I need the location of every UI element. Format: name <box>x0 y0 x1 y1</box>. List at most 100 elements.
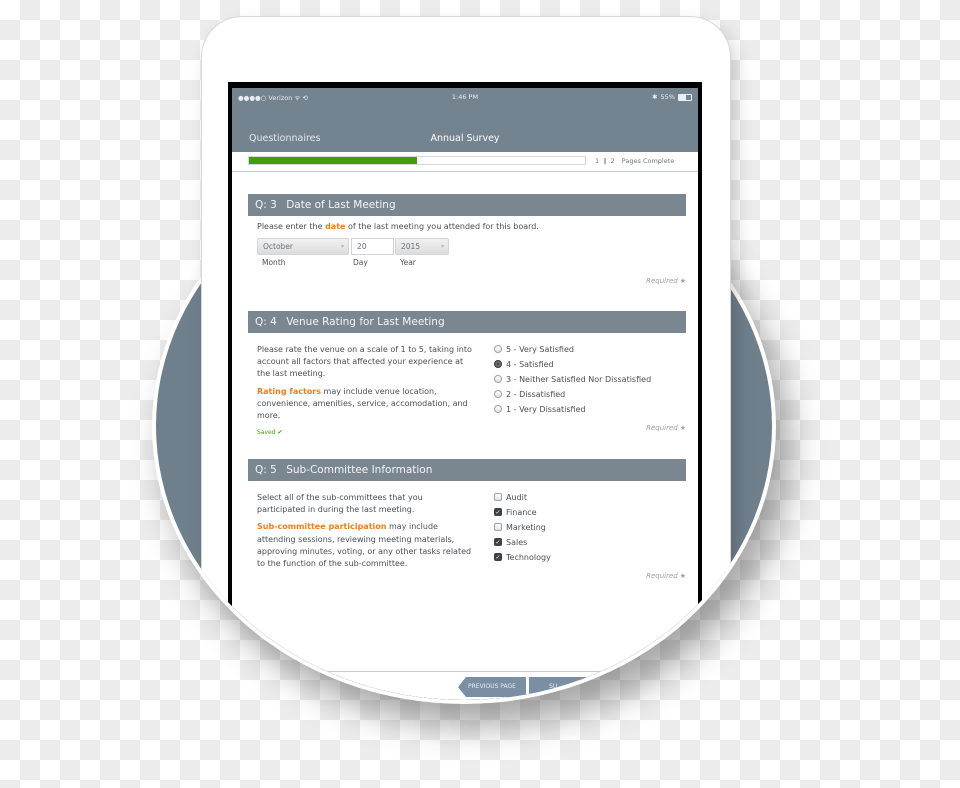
note-highlight: Rating factors <box>257 386 321 396</box>
day-label: Day <box>353 258 368 267</box>
question-header: Q: 4 Venue Rating for Last Meeting <box>248 311 686 333</box>
question-prefix: Q: <box>255 199 267 211</box>
description-text: Please rate the venue on a scale of 1 to… <box>257 345 472 379</box>
checkbox[interactable] <box>494 493 502 501</box>
previous-page-button[interactable]: PREVIOUS PAGE <box>458 677 526 697</box>
radio-option[interactable]: 1 - Very Dissatisfied <box>494 402 651 417</box>
status-time: 1:46 PM <box>451 93 479 101</box>
year-label: Year <box>400 258 416 267</box>
option-label: 2 - Dissatisfied <box>506 390 566 399</box>
question-body: Select all of the sub-committees that yo… <box>248 481 686 606</box>
pages-separator: ‖ <box>603 157 607 165</box>
radio-button[interactable] <box>494 390 502 398</box>
saved-status: Saved ✔ <box>257 427 472 439</box>
tablet-mockup: ●●●●○ Verizon ᯤ ⟲ 1:46 PM ✱ 55% Question… <box>0 0 960 760</box>
question-body: Please enter the date of the last meetin… <box>248 216 686 306</box>
prompt-highlight: date <box>325 222 346 231</box>
question-prompt: Please enter the date of the last meetin… <box>257 222 539 231</box>
question-4: Q: 4 Venue Rating for Last Meeting Pleas… <box>248 311 686 458</box>
subcommittee-options: Audit ✓ Finance Marketing ✓ Sales ✓ Technol… <box>494 490 551 565</box>
star-icon: ★ <box>679 572 686 580</box>
radio-option[interactable]: 3 - Neither Satisfied Nor Dissatisfied <box>494 372 651 387</box>
question-number: 5 <box>270 464 277 476</box>
radio-button[interactable] <box>494 375 502 383</box>
question-header: Q: 5 Sub-Committee Information <box>248 459 686 481</box>
checkbox[interactable]: ✓ <box>494 508 502 516</box>
question-5: Q: 5 Sub-Committee Information Select al… <box>248 459 686 606</box>
chevron-down-icon: ▾ <box>340 243 344 250</box>
month-select[interactable]: October ▾ <box>257 238 349 255</box>
question-title: Sub-Committee Information <box>286 464 433 476</box>
battery-icon <box>678 94 692 101</box>
question-title: Venue Rating for Last Meeting <box>286 316 445 328</box>
radio-button[interactable] <box>494 360 502 368</box>
date-fields: October ▾ 20 2015 ▾ <box>257 238 457 256</box>
prompt-text: Please enter the <box>257 222 326 231</box>
required-indicator: Required ★ <box>646 572 686 580</box>
bluetooth-icon: ✱ <box>652 93 658 101</box>
option-label: Technology <box>506 553 551 562</box>
option-label: Finance <box>506 508 537 517</box>
battery-status: ✱ 55% <box>652 93 692 101</box>
option-label: 3 - Neither Satisfied Nor Dissatisfied <box>506 375 652 384</box>
checkbox[interactable]: ✓ <box>494 538 502 546</box>
star-icon: ★ <box>679 424 686 432</box>
checkbox[interactable]: ✓ <box>494 553 502 561</box>
progress-label: 1 ‖ 2 Pages Complete <box>595 157 674 165</box>
progress-row: 1 ‖ 2 Pages Complete <box>232 152 698 172</box>
radio-option[interactable]: 5 - Very Satisfied <box>494 342 651 357</box>
checkbox[interactable] <box>494 523 502 531</box>
note-highlight: Sub-committee participation <box>257 522 387 532</box>
year-value: 2015 <box>401 242 421 251</box>
question-number: 4 <box>270 316 277 328</box>
option-label: Audit <box>506 493 527 502</box>
question-description: Select all of the sub-committees that yo… <box>257 492 472 575</box>
option-label: Sales <box>506 538 528 547</box>
star-icon: ★ <box>679 277 686 285</box>
required-label: Required <box>646 572 678 580</box>
description-text: Select all of the sub-committees that yo… <box>257 493 423 515</box>
year-select[interactable]: 2015 ▾ <box>395 238 449 255</box>
checkbox-option[interactable]: Marketing <box>494 520 551 535</box>
page-title: Annual Survey <box>430 133 500 144</box>
checkbox-option[interactable]: Audit <box>494 490 551 505</box>
progress-fill <box>249 157 417 164</box>
radio-option[interactable]: 4 - Satisfied <box>494 357 651 372</box>
checkbox-option[interactable]: ✓ Finance <box>494 505 551 520</box>
chevron-down-icon: ▾ <box>440 243 444 250</box>
option-label: Marketing <box>506 523 546 532</box>
promo-illustration: ●●●●○ Verizon ᯤ ⟲ 1:46 PM ✱ 55% Question… <box>0 0 960 760</box>
prompt-text-rest: of the last meeting you attended for thi… <box>345 222 539 231</box>
radio-button[interactable] <box>494 345 502 353</box>
question-title: Date of Last Meeting <box>286 199 396 211</box>
battery-percent: 55% <box>660 93 675 101</box>
day-input[interactable]: 20 <box>351 238 394 255</box>
required-label: Required <box>646 424 678 432</box>
checkbox-option[interactable]: ✓ Sales <box>494 535 551 550</box>
month-label: Month <box>262 258 286 267</box>
navigation-bar: ●●●●○ Verizon ᯤ ⟲ 1:46 PM ✱ 55% Question… <box>232 88 698 152</box>
radio-button[interactable] <box>494 405 502 413</box>
question-prefix: Q: <box>255 316 267 328</box>
option-label: 4 - Satisfied <box>506 360 554 369</box>
participation-note: Sub-committee participation may include … <box>257 521 472 570</box>
option-label: 1 - Very Dissatisfied <box>506 405 586 414</box>
month-value: October <box>263 242 294 251</box>
question-3: Q: 3 Date of Last Meeting Please enter t… <box>248 194 686 306</box>
required-label: Required <box>646 277 678 285</box>
pages-complete-label: Pages Complete <box>621 157 675 165</box>
rating-options: 5 - Very Satisfied 4 - Satisfied 3 - Nei… <box>494 342 651 417</box>
question-body: Please rate the venue on a scale of 1 to… <box>248 333 686 458</box>
pages-current: 1 <box>595 157 600 165</box>
check-icon: ✔ <box>277 429 283 437</box>
checkbox-option[interactable]: ✓ Technology <box>494 550 551 565</box>
saved-label: Saved <box>257 429 276 437</box>
rating-note: Rating factors may include venue locatio… <box>257 386 472 423</box>
progress-bar <box>248 156 586 165</box>
pages-total: 2 <box>610 157 615 165</box>
required-indicator: Required ★ <box>646 424 686 432</box>
question-description: Please rate the venue on a scale of 1 to… <box>257 344 472 439</box>
question-prefix: Q: <box>255 464 267 476</box>
app-screen: ●●●●○ Verizon ᯤ ⟲ 1:46 PM ✱ 55% Question… <box>232 88 698 788</box>
radio-option[interactable]: 2 - Dissatisfied <box>494 387 651 402</box>
